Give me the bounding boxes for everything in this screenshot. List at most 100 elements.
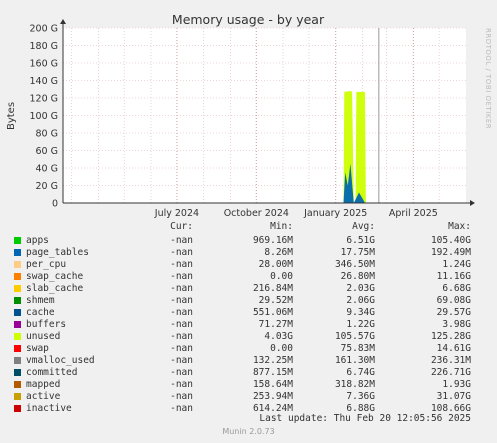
legend-min-value: 0.00	[270, 271, 293, 282]
legend-swatch	[14, 333, 21, 340]
legend-min-value: 216.84M	[252, 283, 293, 294]
legend-row-committed: committed -nan 877.15M 6.74G 226.71G	[0, 367, 497, 379]
legend-cur-value: -nan	[170, 295, 193, 306]
legend-series-name: committed	[26, 367, 78, 378]
legend-avg-value: 2.03G	[346, 283, 375, 294]
legend-min-value: 4.03G	[264, 331, 293, 342]
legend-avg-value: 346.50M	[334, 259, 375, 270]
y-tick-label: 40 G	[36, 164, 58, 175]
legend-cur-value: -nan	[170, 271, 193, 282]
legend-cur-value: -nan	[170, 367, 193, 378]
legend-swatch	[14, 273, 21, 280]
legend-series-name: apps	[26, 235, 49, 246]
legend-row-vmalloc_used: vmalloc_used -nan 132.25M 161.30M 236.31M	[0, 355, 497, 367]
legend-min-value: 71.27M	[258, 319, 293, 330]
legend-avg-value: 2.06G	[346, 295, 375, 306]
legend-max-value: 1.93G	[442, 379, 471, 390]
legend-max-value: 14.61G	[436, 343, 471, 354]
legend-min-value: 551.06M	[252, 307, 293, 318]
chart-title: Memory usage - by year	[172, 12, 325, 27]
legend-row-swap: swap -nan 0.00 75.83M 14.61G	[0, 343, 497, 355]
legend-max-value: 226.71G	[430, 367, 471, 378]
legend-cur-value: -nan	[170, 379, 193, 390]
legend-min-value: 29.52M	[258, 295, 293, 306]
legend-swatch	[14, 357, 21, 364]
legend-series-name: mapped	[26, 379, 61, 390]
legend-series-name: swap	[26, 343, 49, 354]
legend-min-value: 158.64M	[252, 379, 293, 390]
legend-swatch	[14, 345, 21, 352]
y-tick-label: 60 G	[36, 146, 58, 157]
legend-avg-value: 105.57G	[334, 331, 375, 342]
legend-row-buffers: buffers -nan 71.27M 1.22G 3.98G	[0, 319, 497, 331]
y-tick-label: 0	[52, 199, 58, 210]
legend-series-name: cache	[26, 307, 55, 318]
y-axis-label: Bytes	[6, 102, 17, 130]
legend-series-name: vmalloc_used	[26, 355, 95, 366]
x-tick-label: January 2025	[303, 208, 367, 219]
legend-max-value: 236.31M	[430, 355, 471, 366]
y-tick-label: 120 G	[29, 94, 58, 105]
y-tick-label: 200 G	[29, 24, 58, 35]
legend-min-value: 877.15M	[252, 367, 293, 378]
legend-row-slab_cache: slab_cache -nan 216.84M 2.03G 6.68G	[0, 283, 497, 295]
legend-min-value: 8.26M	[264, 247, 293, 258]
last-update: Last update: Thu Feb 20 12:05:56 2025	[259, 413, 471, 424]
legend-series-name: page_tables	[26, 247, 89, 258]
legend-max-value: 105.40G	[430, 235, 471, 246]
legend-series-name: shmem	[26, 295, 55, 306]
legend-series-name: per_cpu	[26, 259, 67, 270]
legend-max-value: 69.08G	[436, 295, 471, 306]
legend-max-value: 6.68G	[442, 283, 471, 294]
legend-cur-value: -nan	[170, 259, 193, 270]
legend-swatch	[14, 321, 21, 328]
legend-cur-value: -nan	[170, 283, 193, 294]
legend-min-value: 132.25M	[252, 355, 293, 366]
legend-avg-value: 17.75M	[340, 247, 375, 258]
munin-version: Munin 2.0.73	[222, 427, 275, 436]
y-axis-arrow	[60, 19, 66, 24]
legend-header: Cur: Min: Avg: Max:	[0, 221, 497, 233]
legend-row-shmem: shmem -nan 29.52M 2.06G 69.08G	[0, 295, 497, 307]
legend-avg-value: 161.30M	[334, 355, 375, 366]
legend-cur-value: -nan	[170, 403, 193, 414]
y-tick-label: 80 G	[36, 129, 58, 140]
legend-swatch	[14, 369, 21, 376]
legend-row-per_cpu: per_cpu -nan 28.00M 346.50M 1.24G	[0, 259, 497, 271]
legend-cur-value: -nan	[170, 307, 193, 318]
legend-avg-value: 7.36G	[346, 391, 375, 402]
legend-max-value: 3.98G	[442, 319, 471, 330]
legend-swatch	[14, 249, 21, 256]
legend-min-value: 28.00M	[258, 259, 293, 270]
legend-swatch	[14, 285, 21, 292]
legend-series-name: active	[26, 391, 61, 402]
legend-cur-value: -nan	[170, 343, 193, 354]
legend-avg-value: 318.82M	[334, 379, 375, 390]
legend-max-value: 29.57G	[436, 307, 471, 318]
legend-cur-value: -nan	[170, 235, 193, 246]
legend-cur-value: -nan	[170, 355, 193, 366]
legend-series-name: unused	[26, 331, 61, 342]
legend-swatch	[14, 393, 21, 400]
legend-min-value: 969.16M	[252, 235, 293, 246]
legend-row-unused: unused -nan 4.03G 105.57G 125.28G	[0, 331, 497, 343]
legend-max-value: 31.07G	[436, 391, 471, 402]
legend-series-name: slab_cache	[26, 283, 84, 294]
legend-avg-value: 6.74G	[346, 367, 375, 378]
x-tick-label: April 2025	[389, 208, 438, 219]
legend-cur-value: -nan	[170, 331, 193, 342]
legend-header-avg: Avg:	[352, 221, 375, 232]
legend-row-cache: cache -nan 551.06M 9.34G 29.57G	[0, 307, 497, 319]
legend-row-apps: apps -nan 969.16M 6.51G 105.40G	[0, 235, 497, 247]
legend-max-value: 11.16G	[436, 271, 471, 282]
legend-header-max: Max:	[448, 221, 471, 232]
legend-row-page_tables: page_tables -nan 8.26M 17.75M 192.49M	[0, 247, 497, 259]
y-tick-label: 180 G	[29, 41, 58, 52]
x-axis-arrow	[470, 200, 475, 206]
legend-series-name: buffers	[26, 319, 67, 330]
legend-swatch	[14, 237, 21, 244]
legend-row-active: active -nan 253.94M 7.36G 31.07G	[0, 391, 497, 403]
x-tick-label: October 2024	[224, 208, 289, 219]
legend-avg-value: 1.22G	[346, 319, 375, 330]
y-tick-label: 20 G	[36, 181, 58, 192]
